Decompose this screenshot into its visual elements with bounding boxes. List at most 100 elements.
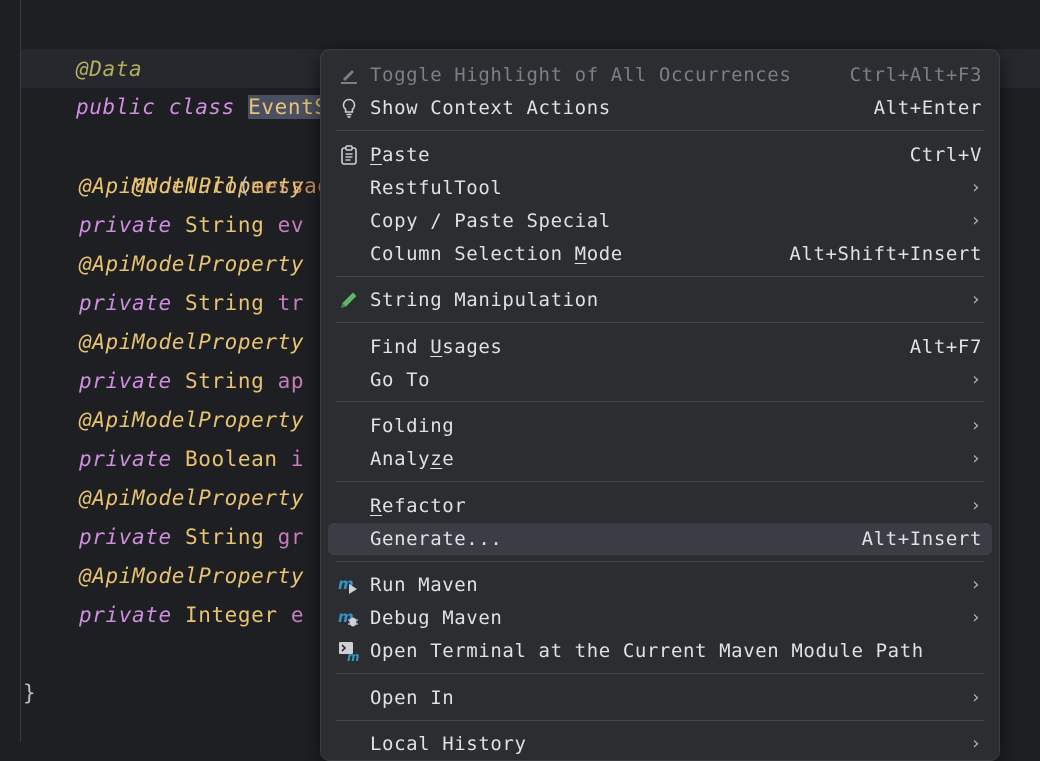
chevron-right-icon: › <box>972 448 980 469</box>
menu-item-restfultool[interactable]: RestfulTool › <box>328 172 992 204</box>
code-line-annotation: @ApiModelProperty <box>79 557 304 596</box>
apimodelproperty-annotation: @ApiModelProperty <box>79 408 305 432</box>
chevron-right-icon: › <box>972 733 980 754</box>
menu-item-label: Analyze <box>370 443 454 475</box>
pencil-icon <box>338 289 360 311</box>
code-line-annotation: @ApiModelProperty <box>79 323 304 362</box>
menu-item-refactor[interactable]: Refactor › <box>328 490 992 522</box>
menu-item-shortcut: Alt+Insert <box>861 528 982 550</box>
chevron-right-icon: › <box>972 177 980 198</box>
menu-item-toggle-highlight[interactable]: Toggle Highlight of All Occurrences Ctrl… <box>328 59 992 91</box>
code-line-field: private String gr <box>79 518 304 557</box>
menu-item-show-context-actions[interactable]: Show Context Actions Alt+Enter <box>328 92 992 124</box>
menu-item-shortcut: Alt+Shift+Insert <box>789 243 982 265</box>
code-line-field: private String ap <box>79 362 304 401</box>
menu-item-folding[interactable]: Folding › <box>328 410 992 442</box>
menu-item-label: Copy / Paste Special <box>370 210 611 232</box>
field-type: String <box>184 525 265 549</box>
code-line-annotation: @ApiModelProperty <box>79 401 304 440</box>
field-name: gr <box>277 525 305 549</box>
menu-item-string-manipulation[interactable]: String Manipulation › <box>328 284 992 316</box>
label-part: sages <box>442 336 503 358</box>
menu-item-analyze[interactable]: Analyze › <box>328 443 992 475</box>
menu-item-label: Open In <box>370 687 455 709</box>
menu-item-debug-maven[interactable]: m Debug Maven › <box>328 602 992 634</box>
chevron-right-icon: › <box>972 369 980 390</box>
menu-item-label: Column Selection Mode <box>370 238 623 270</box>
field-name: ev <box>277 213 305 237</box>
menu-item-label: Go To <box>370 369 431 391</box>
highlighter-icon <box>338 64 360 86</box>
menu-item-copy-paste-special[interactable]: Copy / Paste Special › <box>328 205 992 237</box>
menu-item-label: Folding <box>370 415 455 437</box>
chevron-right-icon: › <box>972 495 980 516</box>
chevron-right-icon: › <box>972 210 980 231</box>
private-keyword: private <box>79 369 172 393</box>
mnemonic-letter: U <box>430 336 443 358</box>
menu-item-label: Debug Maven <box>370 607 503 629</box>
menu-item-open-terminal-maven[interactable]: m Open Terminal at the Current Maven Mod… <box>328 635 992 667</box>
menu-item-generate[interactable]: Generate... Alt+Insert <box>328 523 992 555</box>
menu-item-column-selection-mode[interactable]: Column Selection Mode Alt+Shift+Insert <box>328 238 992 270</box>
private-keyword: private <box>79 603 172 627</box>
code-line-annotation: @ApiModelProperty <box>79 479 304 518</box>
chevron-right-icon: › <box>972 607 980 628</box>
label-part: aste <box>382 144 431 166</box>
label-part: e <box>442 448 455 470</box>
chevron-right-icon: › <box>972 574 980 595</box>
chevron-right-icon: › <box>972 289 980 310</box>
menu-item-paste[interactable]: Paste Ctrl+V <box>328 139 992 171</box>
editor-context-menu: Toggle Highlight of All Occurrences Ctrl… <box>320 49 1000 761</box>
menu-separator <box>336 481 984 482</box>
menu-item-find-usages[interactable]: Find Usages Alt+F7 <box>328 331 992 363</box>
code-line-field: private String ev <box>79 206 304 245</box>
menu-item-shortcut: Ctrl+Alt+F3 <box>849 64 982 86</box>
menu-separator <box>336 401 984 402</box>
code-line-annotation: @ApiModelProperty <box>79 167 304 206</box>
mnemonic-letter: P <box>370 144 383 166</box>
menu-item-label: Find Usages <box>370 331 502 363</box>
field-type: String <box>184 369 265 393</box>
public-keyword: public <box>75 95 156 119</box>
menu-item-label: Open Terminal at the Current Maven Modul… <box>370 640 924 662</box>
lightbulb-icon <box>338 97 360 119</box>
svg-text:m: m <box>347 650 360 662</box>
field-type: Boolean <box>184 447 278 471</box>
code-line-field: private String tr <box>79 284 304 323</box>
private-keyword: private <box>79 525 172 549</box>
menu-item-shortcut: Alt+Enter <box>873 97 982 119</box>
menu-item-label: Local History <box>370 733 527 755</box>
menu-item-label: String Manipulation <box>370 289 599 311</box>
code-line-annotation: @ApiModelProperty <box>79 245 304 284</box>
maven-debug-icon: m <box>338 607 360 629</box>
field-name: ap <box>277 369 305 393</box>
chevron-right-icon: › <box>972 687 980 708</box>
private-keyword: private <box>79 213 172 237</box>
field-type: String <box>184 213 265 237</box>
mnemonic-letter: R <box>370 495 383 517</box>
apimodelproperty-annotation: @ApiModelProperty <box>79 252 305 276</box>
menu-item-run-maven[interactable]: m Run Maven › <box>328 569 992 601</box>
apimodelproperty-annotation: @ApiModelProperty <box>79 330 305 354</box>
code-line-field: private Integer e <box>79 596 304 635</box>
label-part: efactor <box>382 495 467 517</box>
menu-item-label: Generate... <box>370 528 503 550</box>
menu-separator <box>336 561 984 562</box>
closing-brace: } <box>23 681 37 705</box>
menu-separator <box>336 720 984 721</box>
menu-item-shortcut: Alt+F7 <box>909 336 982 358</box>
maven-terminal-icon: m <box>338 640 360 664</box>
field-type: String <box>184 291 265 315</box>
menu-item-open-in[interactable]: Open In › <box>328 682 992 714</box>
private-keyword: private <box>79 447 172 471</box>
code-line-class-declaration: public class EventSyn <box>23 49 355 119</box>
menu-separator <box>336 276 984 277</box>
menu-separator <box>336 130 984 131</box>
menu-item-shortcut: Ctrl+V <box>909 144 982 166</box>
field-name: e <box>290 603 305 627</box>
mnemonic-letter: z <box>430 448 443 470</box>
menu-item-go-to[interactable]: Go To › <box>328 364 992 396</box>
code-line-field: private Boolean i <box>79 440 304 479</box>
menu-item-label: RestfulTool <box>370 177 503 199</box>
menu-item-local-history[interactable]: Local History › <box>328 728 992 760</box>
